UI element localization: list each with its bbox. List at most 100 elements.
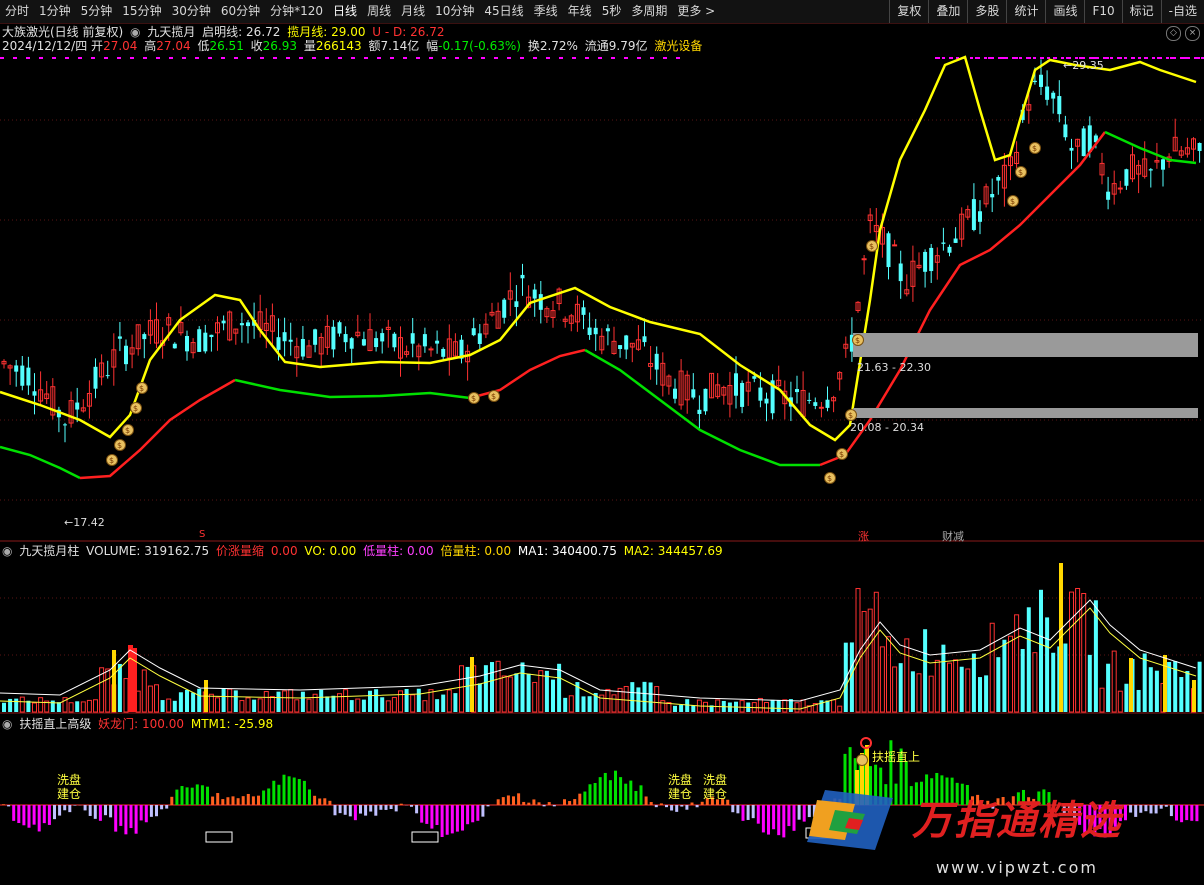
osc-bar-negative <box>425 805 429 824</box>
volume-bar <box>410 694 416 713</box>
osc-bar-negative <box>685 805 689 810</box>
candle-body <box>825 399 830 408</box>
top-marker <box>494 57 498 59</box>
osc-bar-negative <box>772 805 776 830</box>
signal-s: S <box>199 529 206 540</box>
money-bag-symbol: $ <box>139 384 144 393</box>
top-marker <box>977 57 980 59</box>
candle-body <box>898 263 903 282</box>
volume-bar <box>563 697 568 712</box>
top-marker <box>234 57 238 59</box>
concept-tag[interactable]: 激光设备 <box>654 39 702 53</box>
volume-bar <box>837 705 843 713</box>
volume-bar <box>971 653 976 712</box>
candle-body <box>20 365 25 386</box>
osc-bar-positive <box>568 801 572 805</box>
osc-bar-negative <box>1159 805 1163 809</box>
top-marker <box>260 57 264 59</box>
candle-body <box>807 399 812 401</box>
osc-bar-positive <box>563 799 566 805</box>
osc-bar-positive <box>700 801 704 805</box>
top-marker <box>611 57 615 59</box>
osc-bar-positive <box>517 793 521 805</box>
top-marker <box>1001 57 1005 59</box>
volume-bar <box>93 699 98 713</box>
ud-value: 26.72 <box>410 25 445 39</box>
osc-bar-positive <box>211 796 215 805</box>
volume-toggle-icon[interactable]: ◉ <box>2 544 12 558</box>
osc-bar-positive <box>292 777 296 805</box>
top-marker <box>338 57 342 59</box>
volume-bar <box>105 668 111 713</box>
volume-bar <box>904 638 910 713</box>
volume-bar <box>428 689 434 713</box>
volume-bar <box>459 665 464 713</box>
candle-body <box>105 375 110 377</box>
osc-bar-negative <box>114 805 118 832</box>
volume-bar <box>879 646 885 713</box>
money-bag-symbol: $ <box>125 426 130 435</box>
volume-bar <box>1154 670 1159 712</box>
candle-body <box>1081 128 1086 157</box>
osc-bar-positive <box>522 801 526 805</box>
mtm-value: -25.98 <box>234 717 274 731</box>
osc-bar-negative <box>751 805 755 819</box>
volume-spike-bar <box>1129 658 1133 712</box>
qiming-line-green <box>234 378 471 400</box>
lanyue-value: 29.00 <box>331 25 366 39</box>
osc-bar-positive <box>206 786 209 805</box>
volume-bar <box>1142 653 1147 712</box>
max-price-label: ←29.35 <box>1063 59 1104 72</box>
top-marker <box>39 57 43 59</box>
candle-body <box>172 343 177 349</box>
top-marker <box>1159 57 1162 59</box>
osc-bar-negative <box>756 805 760 824</box>
top-marker <box>442 57 446 59</box>
volume-bar <box>514 673 519 712</box>
osc-box-marker <box>205 831 233 843</box>
money-bag-symbol: $ <box>1032 144 1037 153</box>
osc-bar-positive <box>180 786 184 805</box>
qiming-line-red <box>469 348 586 400</box>
osc-bar-positive <box>501 797 505 805</box>
candle-body <box>795 389 799 393</box>
osc-bar-negative <box>379 805 383 810</box>
top-marker <box>1012 57 1015 59</box>
close-label: 收 <box>250 39 263 53</box>
osc-bar-negative <box>450 805 454 834</box>
osc-toggle-icon[interactable]: ◉ <box>2 717 12 731</box>
candle-body <box>752 376 757 379</box>
volume-bar <box>368 690 372 712</box>
volume-bar <box>892 666 898 713</box>
volume-bar <box>288 689 294 713</box>
volume-bar <box>185 689 189 712</box>
volume-bar <box>300 691 305 712</box>
vo-label: VO: <box>304 544 326 558</box>
candle-body <box>941 242 946 244</box>
osc-bar-negative <box>139 805 143 821</box>
indicator-toggle-icon[interactable]: ◉ <box>130 25 140 39</box>
volume-bar <box>679 704 684 712</box>
osc-bar-positive <box>318 798 322 805</box>
osc-bar-negative <box>736 805 740 814</box>
candle-body <box>203 332 208 352</box>
top-marker <box>169 57 173 59</box>
top-marker <box>1110 57 1113 59</box>
volume-bar <box>910 671 915 712</box>
panel-settings-icon[interactable]: ◇ <box>1166 26 1181 41</box>
osc-bar-negative <box>109 805 113 818</box>
candle-body <box>1063 124 1068 138</box>
volume-bar <box>819 700 824 712</box>
volume-spike-bar <box>1192 680 1196 712</box>
panel-close-icon[interactable]: × <box>1185 26 1200 41</box>
candle-body <box>63 424 67 426</box>
candle-body <box>990 193 995 198</box>
osc-bar-negative <box>394 805 398 812</box>
top-marker <box>286 57 290 59</box>
qiming-line-green <box>1104 130 1197 165</box>
top-marker <box>507 57 511 59</box>
chart-canvas[interactable]: $$$$$$ $$$$$$$$$ <box>0 0 1204 885</box>
volume-bar <box>117 663 122 712</box>
candle-body <box>605 328 610 332</box>
money-bag-symbol: $ <box>827 474 832 483</box>
